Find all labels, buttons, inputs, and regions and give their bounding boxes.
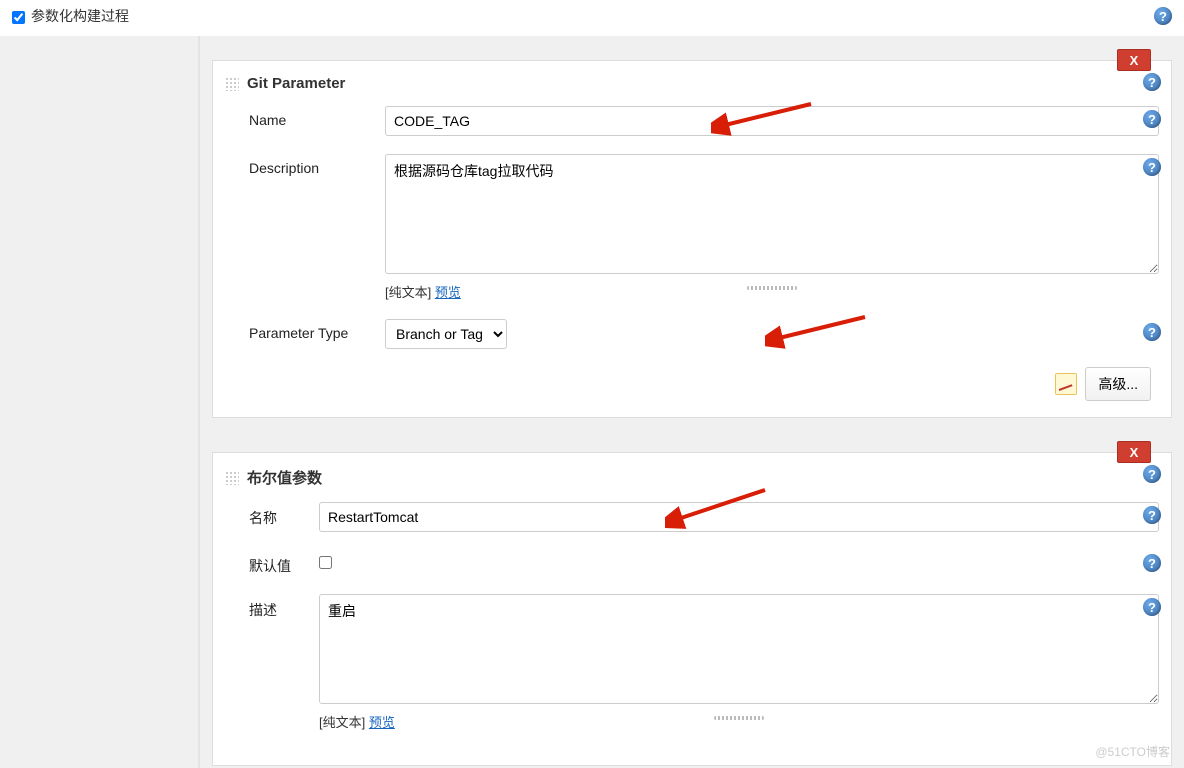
bool-default-label: 默认值: [249, 550, 319, 576]
parameterized-checkbox[interactable]: [12, 11, 25, 24]
drag-handle-icon[interactable]: [225, 77, 239, 91]
help-icon[interactable]: ?: [1143, 158, 1161, 176]
help-icon[interactable]: ?: [1143, 465, 1161, 483]
bool-default-checkbox[interactable]: [319, 556, 332, 569]
help-icon[interactable]: ?: [1143, 506, 1161, 524]
note-icon: [1055, 373, 1077, 395]
git-parameter-title: Git Parameter: [247, 75, 345, 92]
parameter-type-label: Parameter Type: [249, 319, 385, 341]
boolean-parameter-block: X ? 布尔值参数 名称 ? 默认值 ? 描述: [212, 452, 1172, 766]
help-icon[interactable]: ?: [1143, 110, 1161, 128]
delete-button[interactable]: X: [1117, 49, 1151, 71]
help-icon[interactable]: ?: [1143, 554, 1161, 572]
preview-link[interactable]: 预览: [435, 285, 461, 300]
boolean-parameter-title: 布尔值参数: [247, 467, 322, 488]
help-icon[interactable]: ?: [1154, 7, 1172, 25]
name-label: Name: [249, 106, 385, 128]
preview-link[interactable]: 预览: [369, 715, 395, 730]
bool-name-input[interactable]: [319, 502, 1159, 532]
description-textarea[interactable]: 根据源码仓库tag拉取代码: [385, 154, 1159, 274]
help-icon[interactable]: ?: [1143, 73, 1161, 91]
git-parameter-block: X ? Git Parameter Name ? Description 根据源…: [212, 60, 1172, 418]
description-footer: [纯文本] 预览: [225, 282, 1159, 301]
description-label: Description: [249, 154, 385, 176]
bool-name-label: 名称: [249, 502, 319, 528]
help-icon[interactable]: ?: [1143, 598, 1161, 616]
parameterized-label: 参数化构建过程: [31, 6, 129, 26]
advanced-button[interactable]: 高级...: [1085, 367, 1151, 401]
delete-button[interactable]: X: [1117, 441, 1151, 463]
left-gutter: [0, 36, 200, 768]
bool-description-footer: [纯文本] 预览: [225, 712, 1159, 731]
name-input[interactable]: [385, 106, 1159, 136]
parameter-type-select[interactable]: Branch or Tag: [385, 319, 507, 349]
bool-desc-textarea[interactable]: 重启: [319, 594, 1159, 704]
arrow-annotation: [765, 313, 875, 353]
plain-text-label: [纯文本]: [385, 285, 431, 300]
drag-handle-icon[interactable]: [225, 471, 239, 485]
plain-text-label: [纯文本]: [319, 715, 365, 730]
bool-desc-label: 描述: [249, 594, 319, 620]
help-icon[interactable]: ?: [1143, 323, 1161, 341]
watermark: @51CTO博客: [1095, 743, 1170, 760]
